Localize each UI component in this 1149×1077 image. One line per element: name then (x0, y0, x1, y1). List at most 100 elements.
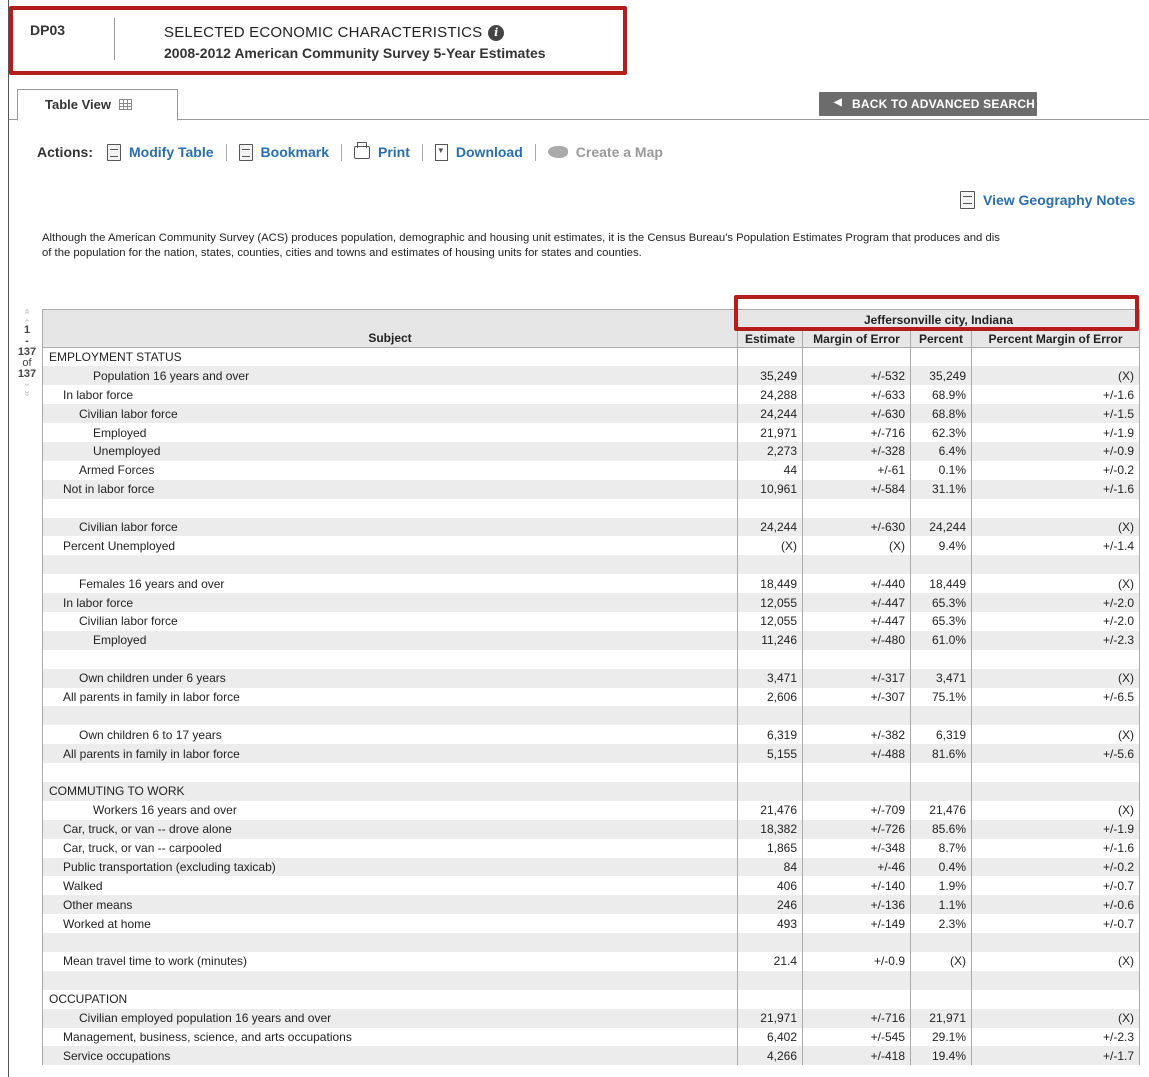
row-percent-margin-of-error: (X) (970, 668, 1141, 688)
row-margin-of-error: +/-633 (802, 385, 911, 405)
row-percent-margin-of-error: (X) (970, 725, 1141, 745)
table-row: OCCUPATION (42, 989, 1141, 1009)
row-percent-margin-of-error: +/-0.7 (970, 876, 1141, 896)
row-subject (42, 970, 738, 990)
row-percent-margin-of-error (970, 498, 1141, 518)
row-percent: 19.4% (910, 1046, 972, 1066)
row-subject: Car, truck, or van -- drove alone (42, 819, 738, 839)
row-percent-margin-of-error: (X) (970, 366, 1141, 386)
row-margin-of-error: +/-545 (802, 1027, 911, 1047)
prev-page-icon[interactable]: ‹ (22, 306, 33, 336)
table-body: EMPLOYMENT STATUS Population 16 years and… (42, 347, 1141, 1066)
back-to-advanced-search-button[interactable]: ◀ BACK TO ADVANCED SEARCH (819, 92, 1037, 116)
modify-table-link[interactable]: Modify Table (107, 143, 214, 161)
table-row: Service occupations 4,266 +/-418 19.4% +/-1.… (42, 1046, 1141, 1066)
table-row: Car, truck, or van -- drove alone 18,382 +… (42, 819, 1141, 839)
row-estimate: 11,246 (737, 630, 803, 650)
table-row: Females 16 years and over 18,449 +/-440 18,… (42, 574, 1141, 594)
row-margin-of-error: +/-317 (802, 668, 911, 688)
row-estimate: 18,449 (737, 574, 803, 594)
row-estimate (737, 498, 803, 518)
geography-notes-label: View Geography Notes (983, 192, 1136, 208)
row-percent-margin-of-error (970, 970, 1141, 990)
row-percent: 81.6% (910, 744, 972, 764)
row-percent-margin-of-error: +/-6.5 (970, 687, 1141, 707)
table-row: Population 16 years and over 35,249 +/-532… (42, 366, 1141, 386)
row-subject: Car, truck, or van -- carpooled (42, 838, 738, 858)
row-percent (910, 555, 972, 575)
row-margin-of-error (802, 555, 911, 575)
row-margin-of-error: +/-447 (802, 593, 911, 612)
row-estimate: 44 (737, 460, 803, 480)
table-row: All parents in family in labor force 5,15… (42, 744, 1141, 764)
row-subject: All parents in family in labor force (42, 744, 738, 764)
row-margin-of-error: +/-348 (802, 838, 911, 858)
row-estimate: 1,865 (737, 838, 803, 858)
download-link[interactable]: Download (434, 143, 523, 161)
last-page-icon[interactable]: » (22, 379, 33, 409)
row-margin-of-error: +/-532 (802, 366, 911, 386)
row-subject: Percent Unemployed (42, 536, 738, 556)
row-percent-margin-of-error (970, 763, 1141, 782)
geography-notes-icon (960, 191, 975, 209)
row-margin-of-error: +/-440 (802, 574, 911, 594)
row-subject: Other means (42, 895, 738, 915)
row-percent: 3,471 (910, 668, 972, 688)
highlight-geography-box (734, 295, 1139, 331)
print-link[interactable]: Print (354, 141, 410, 160)
modify-table-icon (107, 143, 121, 161)
row-percent: 1.9% (910, 876, 972, 896)
bookmark-link[interactable]: Bookmark (238, 143, 329, 161)
row-estimate: 24,244 (737, 404, 803, 424)
create-map-link: Create a Map (547, 144, 663, 160)
row-subject: Public transportation (excluding taxicab… (42, 857, 738, 877)
table-row: Civilian employed population 16 years an… (42, 1008, 1141, 1028)
map-icon (547, 146, 568, 158)
row-estimate: 6,319 (737, 725, 803, 745)
table-row (42, 649, 1141, 669)
row-percent: 31.1% (910, 479, 972, 499)
table-row: Walked 406 +/-140 1.9% +/-0.7 (42, 876, 1141, 896)
row-estimate: 10,961 (737, 479, 803, 499)
row-percent-margin-of-error: +/-0.6 (970, 895, 1141, 915)
row-subject: EMPLOYMENT STATUS (42, 347, 738, 367)
row-estimate: 246 (737, 895, 803, 915)
row-percent: 1.1% (910, 895, 972, 915)
row-percent-margin-of-error: (X) (970, 574, 1141, 594)
row-estimate: 406 (737, 876, 803, 896)
row-margin-of-error: +/-140 (802, 876, 911, 896)
row-estimate: 21.4 (737, 952, 803, 971)
row-estimate: 24,244 (737, 517, 803, 537)
table-row: Civilian labor force 12,055 +/-447 65.3% +/-… (42, 611, 1141, 631)
row-subject: All parents in family in labor force (42, 687, 738, 707)
highlight-title-box (9, 6, 627, 75)
tab-table-view[interactable]: Table View (17, 89, 178, 121)
row-estimate: 35,249 (737, 366, 803, 386)
view-geography-notes-link[interactable]: View Geography Notes (960, 191, 1135, 209)
row-percent: 65.3% (910, 611, 972, 631)
row-percent-margin-of-error: (X) (970, 800, 1141, 820)
row-percent: 75.1% (910, 687, 972, 707)
row-estimate: 3,471 (737, 668, 803, 688)
table-row: Mean travel time to work (minutes) 21.4 +/… (42, 952, 1141, 971)
row-estimate: 24,288 (737, 385, 803, 405)
row-subject: Workers 16 years and over (42, 800, 738, 820)
row-subject: Service occupations (42, 1046, 738, 1066)
row-subject: OCCUPATION (42, 989, 738, 1009)
row-percent-margin-of-error: +/-1.6 (970, 838, 1141, 858)
row-percent: 21,476 (910, 800, 972, 820)
column-header-margin-of-error: Margin of Error (802, 329, 911, 348)
row-subject: In labor force (42, 385, 738, 405)
row-percent-margin-of-error (970, 781, 1141, 801)
row-percent: 68.8% (910, 404, 972, 424)
row-percent-margin-of-error: +/-2.0 (970, 611, 1141, 631)
row-percent (910, 933, 972, 952)
actions-label: Actions: (37, 144, 93, 160)
row-percent-margin-of-error (970, 555, 1141, 575)
row-percent-margin-of-error: +/-1.9 (970, 423, 1141, 442)
row-percent: 0.1% (910, 460, 972, 480)
column-header-estimate: Estimate (737, 329, 803, 348)
row-subject: Unemployed (42, 441, 738, 461)
row-estimate (737, 933, 803, 952)
row-percent: 8.7% (910, 838, 972, 858)
